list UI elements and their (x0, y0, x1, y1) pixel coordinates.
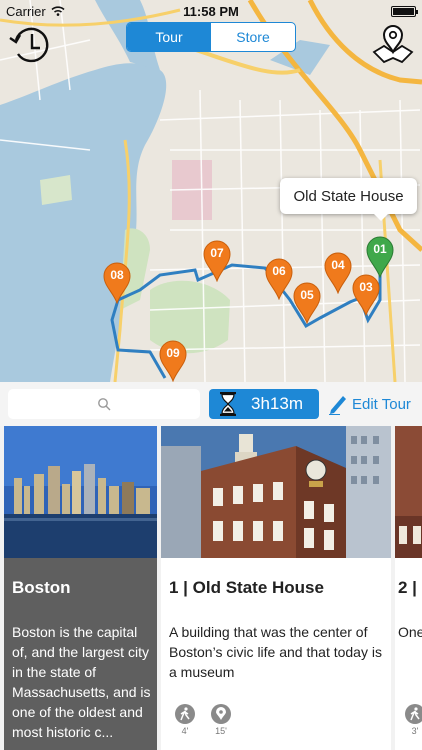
map-pin-08[interactable]: 08 (103, 262, 131, 304)
city-title: Boston (12, 578, 71, 597)
battery-icon (391, 5, 418, 17)
pin-label: 06 (272, 264, 286, 278)
visit-time: 15' (209, 704, 233, 736)
cards-carousel[interactable]: Boston Boston is the capital of, and the… (0, 426, 422, 750)
city-card[interactable]: Boston Boston is the capital of, and the… (4, 426, 157, 750)
duration-label: 3h13m (251, 394, 303, 413)
stop-2-title: 2 | (398, 578, 417, 597)
city-skyline-image (4, 426, 157, 558)
map-view[interactable]: 01 03 04 05 06 07 08 09 Old State House (0, 0, 422, 382)
visit-time-label: 15' (215, 726, 227, 736)
map-callout[interactable]: Old State House (280, 178, 417, 221)
status-bar: Carrier 11:58 PM (0, 0, 422, 22)
pin-label: 05 (300, 288, 314, 302)
map-pin-07[interactable]: 07 (203, 240, 231, 282)
walking-icon (405, 704, 422, 724)
map-pin-06[interactable]: 06 (265, 258, 293, 300)
search-icon (98, 398, 111, 411)
stop-2-description: One Bos (398, 624, 422, 640)
city-description: Boston is the capital of, and the larges… (12, 624, 151, 740)
stop-2-walk-time: 3' (403, 704, 422, 736)
edit-tour-button[interactable]: Edit Tour (328, 389, 411, 419)
stop-description: A building that was the center of Boston… (169, 624, 382, 680)
tab-tour[interactable]: Tour (127, 23, 211, 51)
pin-label: 04 (331, 258, 345, 272)
callout-label: Old State House (293, 187, 404, 205)
map-overview-button[interactable] (370, 22, 416, 68)
tour-store-segmented-control[interactable]: Tour Store (126, 22, 296, 52)
pencil-icon (329, 396, 346, 415)
pin-label: 09 (166, 346, 180, 360)
clock-rewind-icon (9, 27, 49, 63)
walk-time-label: 4' (181, 726, 189, 736)
stop-title: 1 | Old State House (169, 578, 324, 597)
pin-label: 03 (359, 280, 373, 294)
edit-tour-label: Edit Tour (352, 395, 411, 413)
tour-toolbar: 3h13m Edit Tour (0, 382, 422, 426)
map-pin-03[interactable]: 03 (352, 274, 380, 316)
hourglass-icon (215, 389, 241, 419)
tour-duration-button[interactable]: 3h13m (209, 389, 319, 419)
wifi-icon (51, 6, 65, 16)
location-pin-icon (211, 704, 231, 724)
map-pin-05[interactable]: 05 (293, 282, 321, 324)
status-time: 11:58 PM (183, 3, 239, 19)
pin-label: 07 (210, 246, 224, 260)
stop-card-1[interactable]: 1 | Old State House A building that was … (161, 426, 391, 750)
stop-card-2[interactable]: 2 | One Bos 3' (395, 426, 422, 750)
walk-time: 4' (173, 704, 197, 736)
stop-2-walk-time-label: 3' (411, 726, 419, 736)
history-button[interactable] (8, 24, 54, 70)
old-state-house-image (161, 426, 391, 558)
carrier-label: Carrier (6, 3, 46, 19)
map-pin-09[interactable]: 09 (159, 340, 187, 382)
pin-label: 01 (373, 242, 387, 256)
map-pin-01[interactable]: 01 (366, 236, 394, 278)
map-pins-icon (372, 25, 414, 64)
pin-label: 08 (110, 268, 124, 282)
search-field[interactable] (8, 389, 200, 419)
stop-2-image (395, 426, 422, 558)
map-pin-04[interactable]: 04 (324, 252, 352, 294)
tab-store[interactable]: Store (211, 23, 295, 51)
walking-icon (175, 704, 195, 724)
